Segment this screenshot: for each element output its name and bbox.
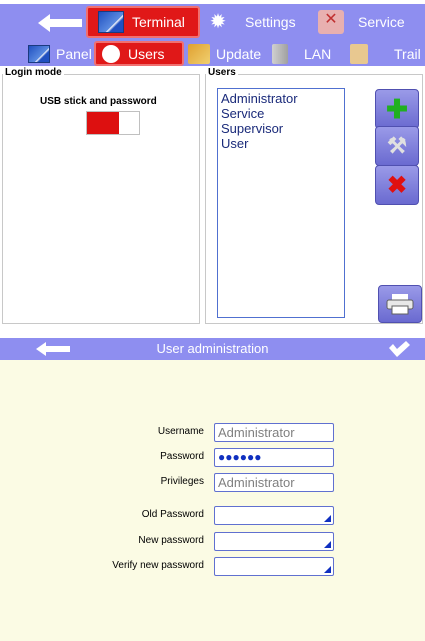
tools-icon: ✕ [318,10,344,34]
password-row: Password ●●●●●● [0,448,425,468]
panel-icon [28,44,50,63]
printer-icon [386,294,414,315]
add-user-button[interactable]: ✚ [375,89,419,129]
x-icon: ✖ [386,171,408,199]
list-item[interactable]: Administrator [221,91,341,106]
login-mode-label: USB stick and password [40,96,157,107]
tab-service[interactable]: ✕ Service [314,6,425,38]
tab-users-label: Users [128,45,165,62]
terminal-users-screen: Terminal ✹ Settings ✕ Service Panel User… [0,0,425,327]
trail-icon [350,43,368,64]
terminal-icon [98,11,124,33]
gear-icon: ✹ [209,11,227,33]
plus-icon: ✚ [386,93,408,124]
user-administration-screen: User administration Username Administrat… [0,338,425,641]
back-arrow-icon[interactable] [38,14,82,32]
tab-users[interactable]: Users [94,41,184,66]
field-corner-icon [324,541,331,548]
list-item[interactable]: Service [221,106,341,121]
tab-trail-label: Trail [394,45,421,62]
field-corner-icon [324,566,331,573]
old-password-row: Old Password [0,506,425,526]
tab-lan-label: LAN [304,45,332,62]
tab-terminal-label: Terminal [132,14,185,30]
users-group-title: Users [206,67,238,78]
tab-update[interactable]: Update [188,43,268,64]
new-password-field[interactable] [214,532,334,551]
privileges-field: Administrator [214,473,334,492]
username-field: Administrator [214,423,334,442]
back-arrow-icon[interactable] [36,342,70,356]
tab-trail[interactable]: Trail [350,43,425,64]
page-title: User administration [156,341,269,356]
privileges-label: Privileges [160,476,204,487]
field-corner-icon [324,515,331,522]
tab-terminal[interactable]: Terminal [86,6,200,38]
tools-icon: ⚒ [387,133,407,158]
verify-password-field[interactable] [214,557,334,576]
tab-service-label: Service [358,14,405,30]
update-icon [188,43,210,64]
sub-tab-bar: Panel Users Update LAN Trail [0,41,425,66]
privileges-row: Privileges Administrator [0,473,425,493]
new-password-label: New password [138,535,204,546]
toggle-on-segment [87,112,119,134]
old-password-label: Old Password [141,509,204,520]
login-mode-title: Login mode [3,67,64,78]
print-button[interactable] [378,285,422,323]
delete-user-button[interactable]: ✖ [375,165,419,205]
username-label: Username [157,426,204,437]
login-mode-toggle[interactable] [86,111,140,135]
old-password-field[interactable] [214,506,334,525]
tab-settings[interactable]: ✹ Settings [205,6,313,38]
verify-password-label: Verify new password [112,560,204,571]
tab-settings-label: Settings [245,14,296,30]
tab-lan[interactable]: LAN [272,43,348,64]
password-label: Password [160,451,204,462]
users-list[interactable]: Administrator Service Supervisor User [217,88,345,318]
main-tab-bar: Terminal ✹ Settings ✕ Service [0,4,425,41]
tab-update-label: Update [216,45,262,62]
user-icon [102,44,120,63]
list-item[interactable]: Supervisor [221,121,341,136]
edit-user-button[interactable]: ⚒ [375,126,419,166]
confirm-check-icon[interactable] [387,340,411,358]
password-field[interactable]: ●●●●●● [214,448,334,467]
new-password-row: New password [0,532,425,552]
username-row: Username Administrator [0,423,425,443]
lan-icon [272,43,288,64]
tab-panel[interactable]: Panel [28,43,92,64]
tab-panel-label: Panel [56,45,92,62]
verify-password-row: Verify new password [0,557,425,577]
list-item[interactable]: User [221,136,341,151]
